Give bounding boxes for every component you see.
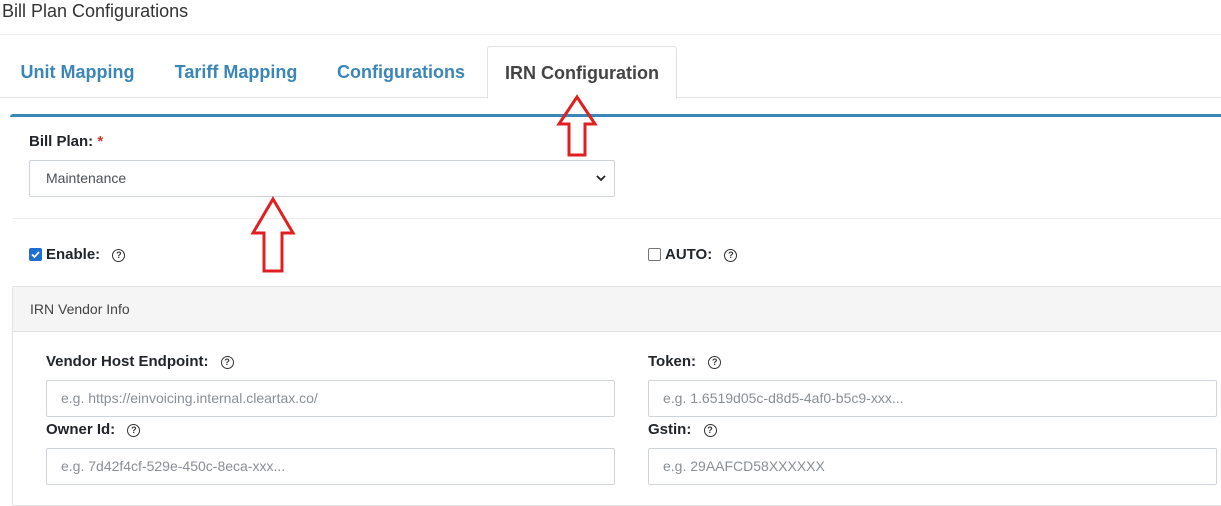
chevron-down-icon [596, 175, 606, 182]
auto-checkbox[interactable] [648, 248, 661, 261]
arrow-up-annotation-icon [556, 94, 598, 157]
tab-configurations[interactable]: Configurations [320, 46, 482, 98]
enable-label: Enable: ? [46, 245, 126, 265]
tab-tariff-mapping[interactable]: Tariff Mapping [160, 46, 312, 98]
enable-checkbox[interactable] [29, 248, 42, 261]
question-circle-icon[interactable]: ? [708, 355, 722, 369]
tab-content-top-border [10, 114, 1221, 117]
gstin-label: Gstin: ? [648, 420, 717, 440]
vendor-host-label-text: Vendor Host Endpoint: [46, 353, 209, 370]
arrow-up-annotation-icon [250, 196, 296, 273]
tab-unit-mapping[interactable]: Unit Mapping [0, 46, 155, 98]
question-circle-icon[interactable]: ? [112, 248, 126, 262]
auto-label: AUTO: ? [665, 245, 738, 265]
required-marker: * [97, 133, 104, 150]
token-label: Token: ? [648, 352, 722, 372]
bill-plan-selected-value: Maintenance [46, 170, 127, 186]
panel-header: IRN Vendor Info [13, 287, 1221, 332]
token-input[interactable]: e.g. 1.6519d05c-d8d5-4af0-b5c9-xxx... [648, 380, 1217, 417]
owner-id-input[interactable]: e.g. 7d42f4cf-529e-450c-8eca-xxx... [46, 448, 615, 485]
title-divider [0, 34, 1221, 35]
gstin-label-text: Gstin: [648, 421, 692, 438]
section-divider [12, 218, 1221, 219]
tab-bar: Unit Mapping Tariff Mapping Configuratio… [0, 46, 1221, 99]
question-circle-icon[interactable]: ? [703, 423, 717, 437]
vendor-host-label: Vendor Host Endpoint: ? [46, 352, 234, 372]
bill-plan-select[interactable]: Maintenance [29, 160, 615, 197]
vendor-host-input[interactable]: e.g. https://einvoicing.internal.clearta… [46, 380, 615, 417]
owner-id-label-text: Owner Id: [46, 421, 116, 438]
auto-label-text: AUTO: [665, 246, 713, 263]
tab-irn-configuration[interactable]: IRN Configuration [487, 46, 677, 99]
bill-plan-label: Bill Plan: * [29, 132, 103, 152]
owner-id-label: Owner Id: ? [46, 420, 141, 440]
token-label-text: Token: [648, 353, 697, 370]
gstin-input[interactable]: e.g. 29AAFCD58XXXXXX [648, 448, 1217, 485]
checkmark-icon [31, 251, 40, 259]
enable-label-text: Enable: [46, 246, 101, 263]
bill-plan-label-text: Bill Plan: [29, 133, 94, 150]
question-circle-icon[interactable]: ? [220, 355, 234, 369]
question-circle-icon[interactable]: ? [724, 248, 738, 262]
question-circle-icon[interactable]: ? [127, 423, 141, 437]
page-title: Bill Plan Configurations [2, 1, 189, 21]
